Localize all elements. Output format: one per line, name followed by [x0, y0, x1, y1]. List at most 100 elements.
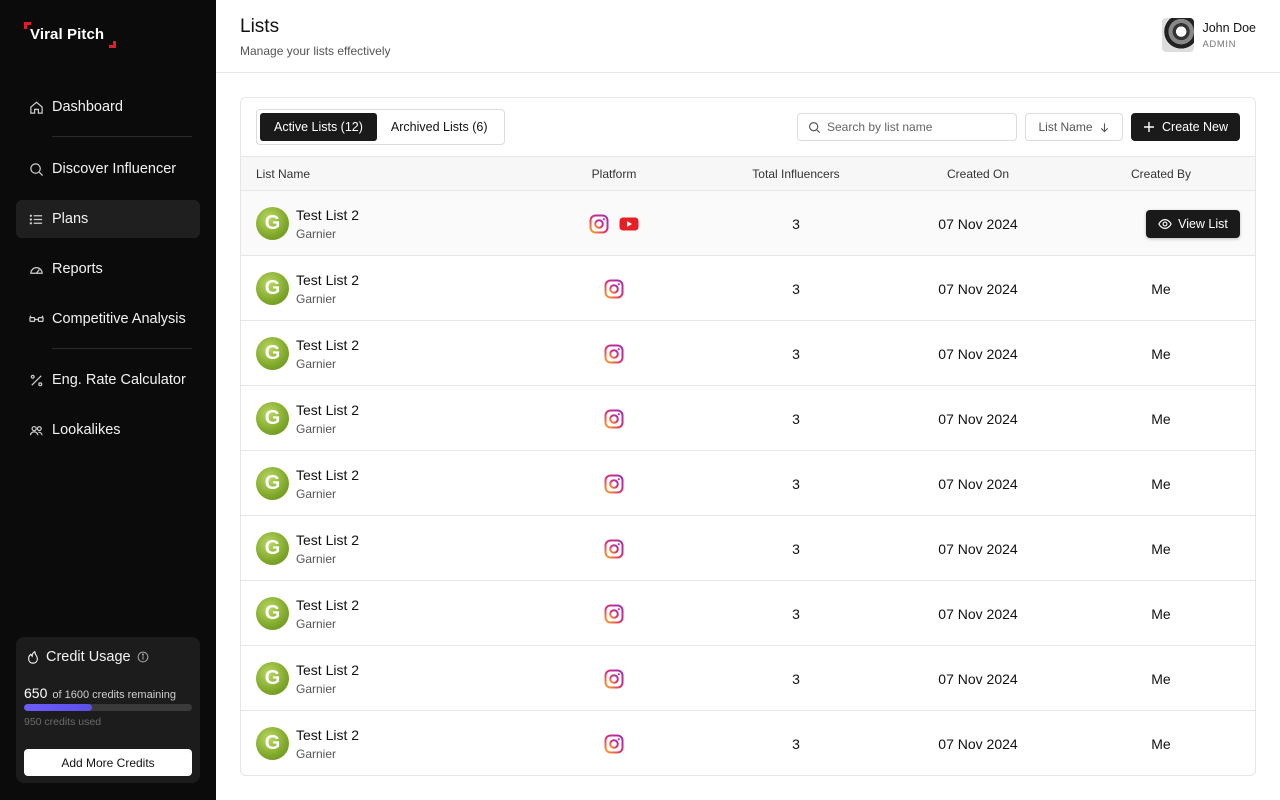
table-row[interactable]: G Test List 2 Garnier 3 07 Nov 2024 Me — [241, 386, 1255, 451]
brand-avatar: G — [256, 727, 289, 760]
created-on: 07 Nov 2024 — [938, 606, 1018, 622]
created-on: 07 Nov 2024 — [938, 411, 1018, 427]
platform-icons — [604, 516, 624, 581]
credits-used: 950 credits used — [24, 716, 102, 728]
search-input[interactable] — [827, 120, 1007, 134]
created-on: 07 Nov 2024 — [938, 281, 1018, 297]
credits-remaining: 650 of 1600 credits remaining — [24, 685, 176, 701]
table-row[interactable]: G Test List 2 Garnier 3 07 Nov 2024 Me — [241, 581, 1255, 646]
page-subtitle: Manage your lists effectively — [240, 44, 391, 58]
user-name: John Doe — [1202, 21, 1256, 35]
percent-icon — [28, 372, 44, 388]
created-by: Me — [1151, 476, 1171, 492]
list-name[interactable]: Test List 2 — [296, 532, 359, 548]
brand-avatar: G — [256, 532, 289, 565]
tab-archived-lists[interactable]: Archived Lists (6) — [377, 113, 502, 141]
home-icon — [28, 99, 44, 115]
user-role: ADMIN — [1202, 39, 1237, 50]
search-box[interactable] — [797, 113, 1017, 141]
list-name[interactable]: Test List 2 — [296, 727, 359, 743]
sidebar-item-eng-rate-calculator[interactable]: Eng. Rate Calculator — [16, 361, 200, 399]
table-row[interactable]: G Test List 2 Garnier 3 07 Nov 2024 Me — [241, 516, 1255, 581]
sort-label: List Name — [1038, 120, 1093, 134]
platform-icons — [604, 451, 624, 516]
column-header-created-on[interactable]: Created On — [947, 167, 1009, 181]
view-list-button[interactable]: View List — [1146, 210, 1240, 238]
total-influencers: 3 — [792, 411, 800, 427]
list-name[interactable]: Test List 2 — [296, 207, 359, 223]
create-new-button[interactable]: Create New — [1131, 113, 1240, 141]
sidebar-item-label: Reports — [52, 261, 103, 277]
total-influencers: 3 — [792, 541, 800, 557]
avatar[interactable] — [1162, 18, 1195, 52]
list-brand: Garnier — [296, 357, 337, 371]
table-row[interactable]: G Test List 2 Garnier 3 07 Nov 2024 Me — [241, 711, 1255, 775]
total-influencers: 3 — [792, 671, 800, 687]
plus-icon — [1144, 122, 1154, 132]
page-header: Lists Manage your lists effectively John… — [216, 0, 1280, 73]
list-name[interactable]: Test List 2 — [296, 402, 359, 418]
instagram-icon — [604, 474, 624, 494]
page-title: Lists — [240, 16, 280, 37]
sidebar-item-discover-influencer[interactable]: Discover Influencer — [16, 150, 200, 188]
platform-icons — [604, 256, 624, 321]
column-header-total-influencers[interactable]: Total Influencers — [752, 167, 839, 181]
instagram-icon — [604, 539, 624, 559]
created-on: 07 Nov 2024 — [938, 736, 1018, 752]
flame-icon — [28, 650, 38, 664]
table-row[interactable]: G Test List 2 Garnier 3 07 Nov 2024 Me — [241, 256, 1255, 321]
created-by: Me — [1151, 346, 1171, 362]
table-row[interactable]: G Test List 2 Garnier 3 07 Nov 2024 Me — [241, 321, 1255, 386]
search-icon — [28, 161, 44, 177]
lists-card: Active Lists (12) Archived Lists (6) Lis… — [240, 97, 1256, 776]
total-influencers: 3 — [792, 476, 800, 492]
table-row[interactable]: G Test List 2 Garnier 3 07 Nov 2024 View List — [241, 191, 1255, 256]
create-new-label: Create New — [1162, 120, 1228, 134]
sidebar-item-dashboard[interactable]: Dashboard — [16, 88, 200, 126]
list-name[interactable]: Test List 2 — [296, 597, 359, 613]
column-header-created-by[interactable]: Created By — [1131, 167, 1191, 181]
sort-dropdown[interactable]: List Name — [1025, 113, 1123, 141]
instagram-icon — [604, 344, 624, 364]
brand-avatar: G — [256, 337, 289, 370]
list-icon — [28, 211, 44, 227]
add-more-credits-button[interactable]: Add More Credits — [24, 749, 192, 776]
created-on: 07 Nov 2024 — [938, 476, 1018, 492]
instagram-icon — [604, 279, 624, 299]
list-brand: Garnier — [296, 682, 337, 696]
sidebar-item-lookalikes[interactable]: Lookalikes — [16, 411, 200, 449]
total-influencers: 3 — [792, 606, 800, 622]
list-name[interactable]: Test List 2 — [296, 272, 359, 288]
logo-corner-bottom-right — [109, 41, 116, 48]
platform-icons — [604, 646, 624, 711]
eye-icon — [1158, 219, 1172, 229]
view-list-label: View List — [1178, 217, 1228, 231]
created-by: Me — [1151, 281, 1171, 297]
table-row[interactable]: G Test List 2 Garnier 3 07 Nov 2024 Me — [241, 451, 1255, 516]
column-header-list-name[interactable]: List Name — [256, 167, 310, 181]
list-name[interactable]: Test List 2 — [296, 337, 359, 353]
brand-logo[interactable]: Viral Pitch — [24, 22, 116, 48]
info-icon[interactable] — [137, 651, 149, 663]
brand-avatar: G — [256, 467, 289, 500]
list-name[interactable]: Test List 2 — [296, 662, 359, 678]
list-name[interactable]: Test List 2 — [296, 467, 359, 483]
table-row[interactable]: G Test List 2 Garnier 3 07 Nov 2024 Me — [241, 646, 1255, 711]
sidebar-item-competitive-analysis[interactable]: Competitive Analysis — [16, 300, 200, 338]
brand-avatar: G — [256, 272, 289, 305]
list-brand: Garnier — [296, 422, 337, 436]
sidebar-item-reports[interactable]: Reports — [16, 250, 200, 288]
sidebar-item-label: Dashboard — [52, 99, 123, 115]
sidebar-item-plans[interactable]: Plans — [16, 200, 200, 238]
created-by: Me — [1151, 606, 1171, 622]
credits-remaining-text: of 1600 credits remaining — [52, 689, 176, 701]
created-on: 07 Nov 2024 — [938, 541, 1018, 557]
column-header-platform[interactable]: Platform — [592, 167, 637, 181]
created-by: Me — [1151, 541, 1171, 557]
platform-icons — [604, 321, 624, 386]
users-icon — [28, 422, 44, 438]
sidebar-item-label: Competitive Analysis — [52, 311, 186, 327]
total-influencers: 3 — [792, 281, 800, 297]
tab-active-lists[interactable]: Active Lists (12) — [260, 113, 377, 141]
user-menu[interactable]: John Doe ADMIN — [1162, 18, 1256, 52]
